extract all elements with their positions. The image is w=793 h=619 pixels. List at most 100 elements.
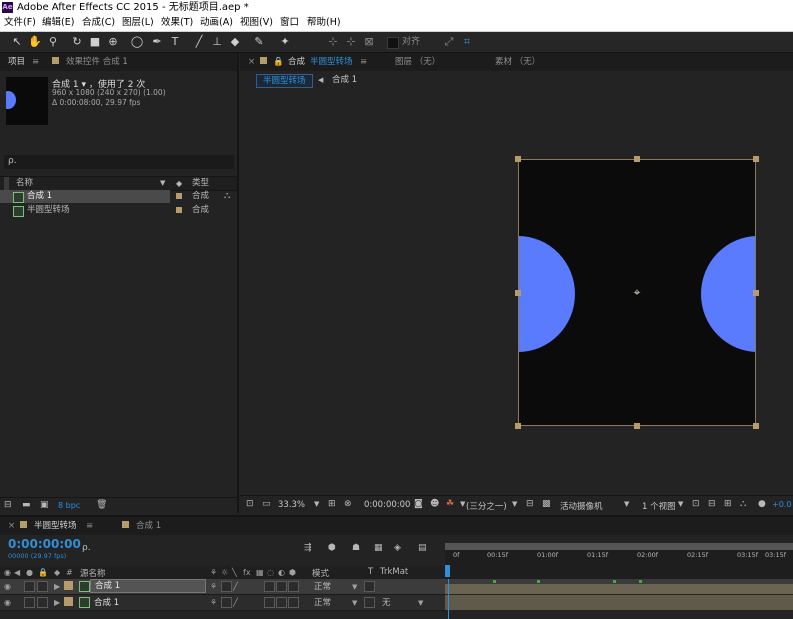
zoom-dropdown[interactable]: 33.3% (278, 500, 305, 510)
mode-dropdown[interactable]: 正常 (314, 596, 331, 608)
bbox-handle[interactable] (753, 423, 759, 429)
keyframe-icon[interactable] (493, 580, 496, 583)
anchor-point-icon[interactable]: ⌖ (630, 285, 644, 299)
switch-toggle[interactable] (264, 597, 275, 608)
switch-toggle[interactable] (276, 581, 287, 592)
close-tab-icon[interactable]: × (8, 520, 15, 532)
motion-blur-icon[interactable]: ◈ (394, 543, 401, 553)
preserve-transparency-toggle[interactable] (364, 597, 375, 608)
bbox-handle[interactable] (634, 423, 640, 429)
mask-visibility-icon[interactable]: ⊗ (344, 499, 352, 509)
draft-3d-icon[interactable]: ⬢ (328, 543, 336, 553)
name-column-header[interactable]: 名称 (16, 177, 33, 190)
lock-tab-icon[interactable]: 🔒 (273, 56, 284, 68)
quality-switch-icon[interactable]: ╲ (232, 568, 237, 578)
camera-tool-icon[interactable]: ■ (88, 35, 102, 49)
snap-checkbox[interactable] (387, 37, 399, 49)
shy-switch-icon[interactable]: ⚘ (210, 598, 217, 608)
channel-icon[interactable]: ☘ (446, 499, 454, 509)
keyframe-icon[interactable] (613, 580, 616, 583)
3d-switch-icon[interactable]: ⬢ (289, 568, 296, 578)
puppet-tool-icon[interactable]: ✦ (278, 35, 292, 49)
work-area-bar[interactable] (445, 543, 793, 550)
chevron-down-icon[interactable]: ▼ (352, 598, 357, 608)
layer-name[interactable]: 合成 1 (90, 579, 206, 593)
reset-exposure-icon[interactable]: ● (758, 499, 766, 509)
layer-name[interactable]: 合成 1 (94, 596, 119, 608)
flowchart-icon[interactable]: ⛬ (740, 499, 746, 509)
fast-previews-icon[interactable]: ⊟ (708, 499, 716, 509)
layer-duration-bar[interactable] (445, 579, 793, 594)
menu-edit[interactable]: 编辑(E) (42, 16, 74, 30)
label-column-header[interactable] (4, 177, 9, 190)
lock-switch-icon[interactable]: 🔒 (38, 568, 48, 578)
quality-icon[interactable]: ╱ (233, 598, 238, 608)
always-preview-icon[interactable]: ⊡ (246, 499, 254, 509)
monitor-icon[interactable]: ▭ (262, 499, 271, 509)
keyframe-icon[interactable] (537, 580, 540, 583)
zoom-tool-icon[interactable]: ⚲ (46, 35, 60, 49)
menu-layer[interactable]: 图层(L) (122, 16, 154, 30)
label-swatch[interactable] (64, 597, 73, 606)
fx-switch-icon[interactable]: fx (243, 568, 251, 578)
switch-toggle[interactable] (288, 597, 299, 608)
keyframe-icon[interactable] (639, 580, 642, 583)
tab-composition[interactable]: 合成 (288, 56, 305, 68)
eraser-tool-icon[interactable]: ◆ (228, 35, 242, 49)
roto-brush-tool-icon[interactable]: ✎ (252, 35, 266, 49)
project-item[interactable]: 半圆型转场 合成 (0, 204, 237, 217)
label-swatch[interactable] (64, 581, 73, 590)
bbox-handle[interactable] (515, 423, 521, 429)
chevron-down-icon[interactable]: ▼ (624, 500, 629, 508)
audio-switch-icon[interactable]: ◀ (14, 568, 20, 578)
menu-file[interactable]: 文件(F) (4, 16, 36, 30)
chevron-down-icon[interactable]: ▼ (512, 500, 517, 508)
preserve-transparency-toggle[interactable] (364, 581, 375, 592)
shy-switch-icon[interactable]: ⚘ (210, 582, 217, 592)
type-column-header[interactable]: 类型 (192, 177, 209, 190)
shy-layers-icon[interactable]: ☗ (352, 543, 360, 553)
trash-icon[interactable]: 🗑 (96, 500, 107, 510)
tab-project[interactable]: 项目 (8, 56, 25, 68)
quality-icon[interactable]: ╱ (233, 582, 238, 592)
menu-effect[interactable]: 效果(T) (161, 16, 193, 30)
timeline-search[interactable]: ρ. (80, 543, 300, 555)
show-snapshot-icon[interactable]: ☻ (430, 499, 439, 509)
breadcrumb-item[interactable]: 合成 1 (332, 74, 357, 86)
lock-toggle[interactable] (37, 581, 48, 592)
chevron-down-icon[interactable]: ▼ (460, 500, 465, 508)
project-search[interactable]: ρ. (4, 155, 234, 169)
frame-blending-icon[interactable]: ▦ (374, 543, 383, 553)
switch-toggle[interactable] (264, 581, 275, 592)
graph-editor-icon[interactable]: ▤ (418, 543, 427, 553)
video-switch-icon[interactable]: ◉ (4, 568, 11, 578)
tab-footage[interactable]: 素材 （无） (495, 56, 540, 68)
clone-stamp-tool-icon[interactable]: ⊥ (210, 35, 224, 49)
mode-header[interactable]: 模式 (312, 567, 329, 579)
new-folder-icon[interactable]: ▬ (22, 500, 31, 510)
expand-arrow-icon[interactable]: ▶ (54, 582, 60, 592)
view-axis-icon[interactable]: ⊠ (362, 35, 376, 49)
layer-row[interactable]: ◉ ▶ 合成 1 ⚘ ╱ 正常 ▼ 无 ▼ (0, 595, 445, 611)
menu-help[interactable]: 帮助(H) (307, 16, 341, 30)
lock-toggle[interactable] (37, 597, 48, 608)
expand-icon[interactable]: ⤢ (442, 35, 456, 49)
motion-blur-switch-icon[interactable]: ◌ (267, 568, 274, 578)
bit-depth-button[interactable]: 8 bpc (58, 501, 80, 510)
toggle-pixel-aspect-icon[interactable]: ⊡ (692, 499, 700, 509)
snapshot-icon[interactable]: ◙ (414, 499, 423, 509)
snap-icon[interactable]: ⌗ (460, 35, 474, 49)
timeline-timecode[interactable]: 0:00:00:00 (8, 537, 81, 551)
comp-tab-menu[interactable]: ≡ (360, 56, 367, 68)
transparency-grid-icon[interactable]: ▩ (542, 499, 551, 509)
resolution-dropdown[interactable]: (三分之一) (466, 500, 507, 512)
eye-icon[interactable]: ◉ (4, 598, 11, 608)
pen-tool-icon[interactable]: ✒ (150, 35, 164, 49)
solo-toggle[interactable] (24, 581, 35, 592)
bbox-handle[interactable] (753, 290, 759, 296)
interpret-footage-icon[interactable]: ⊟ (4, 500, 12, 510)
project-item[interactable]: 合成 1 (0, 190, 170, 203)
brush-tool-icon[interactable]: ╱ (192, 35, 206, 49)
switch-toggle[interactable] (276, 597, 287, 608)
solo-toggle[interactable] (24, 597, 35, 608)
